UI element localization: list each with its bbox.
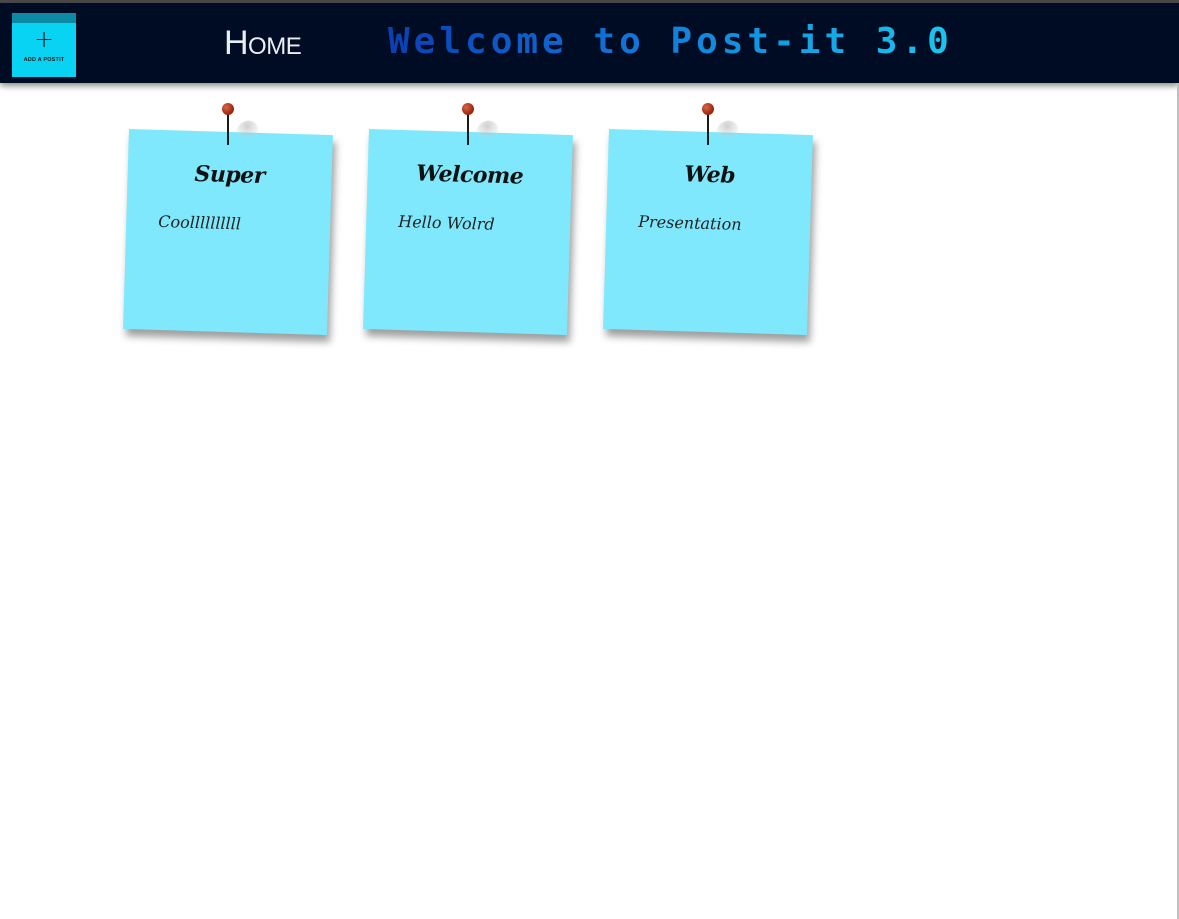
postit-note[interactable]: Welcome Hello Wolrd	[363, 129, 573, 335]
postit-title: Welcome	[415, 160, 524, 190]
pushpin-icon	[462, 103, 502, 153]
welcome-title: Welcome to Post-it 3.0	[388, 19, 953, 65]
add-postit-button-topbar	[12, 13, 76, 23]
postit-note[interactable]: Web Presentation	[603, 129, 813, 335]
postit-body: Coollllllllll	[158, 211, 242, 234]
postit-body: Presentation	[638, 211, 742, 234]
postit-note[interactable]: Super Coollllllllll	[123, 129, 333, 335]
postit-title: Web	[683, 161, 736, 189]
pushpin-icon	[222, 103, 262, 153]
plus-icon: +	[33, 25, 55, 53]
postit-title: Super	[194, 160, 266, 190]
home-link[interactable]: Home	[224, 23, 302, 63]
postit-body: Hello Wolrd	[398, 211, 495, 234]
add-postit-button[interactable]: + ADD A POSTIT	[12, 13, 76, 77]
postit-board: Super Coollllllllll Welcome Hello Wolrd …	[0, 83, 1177, 919]
header-bar: + ADD A POSTIT Home Welcome to Post-it 3…	[0, 3, 1179, 83]
pushpin-icon	[702, 103, 742, 153]
add-postit-label: ADD A POSTIT	[23, 57, 65, 63]
